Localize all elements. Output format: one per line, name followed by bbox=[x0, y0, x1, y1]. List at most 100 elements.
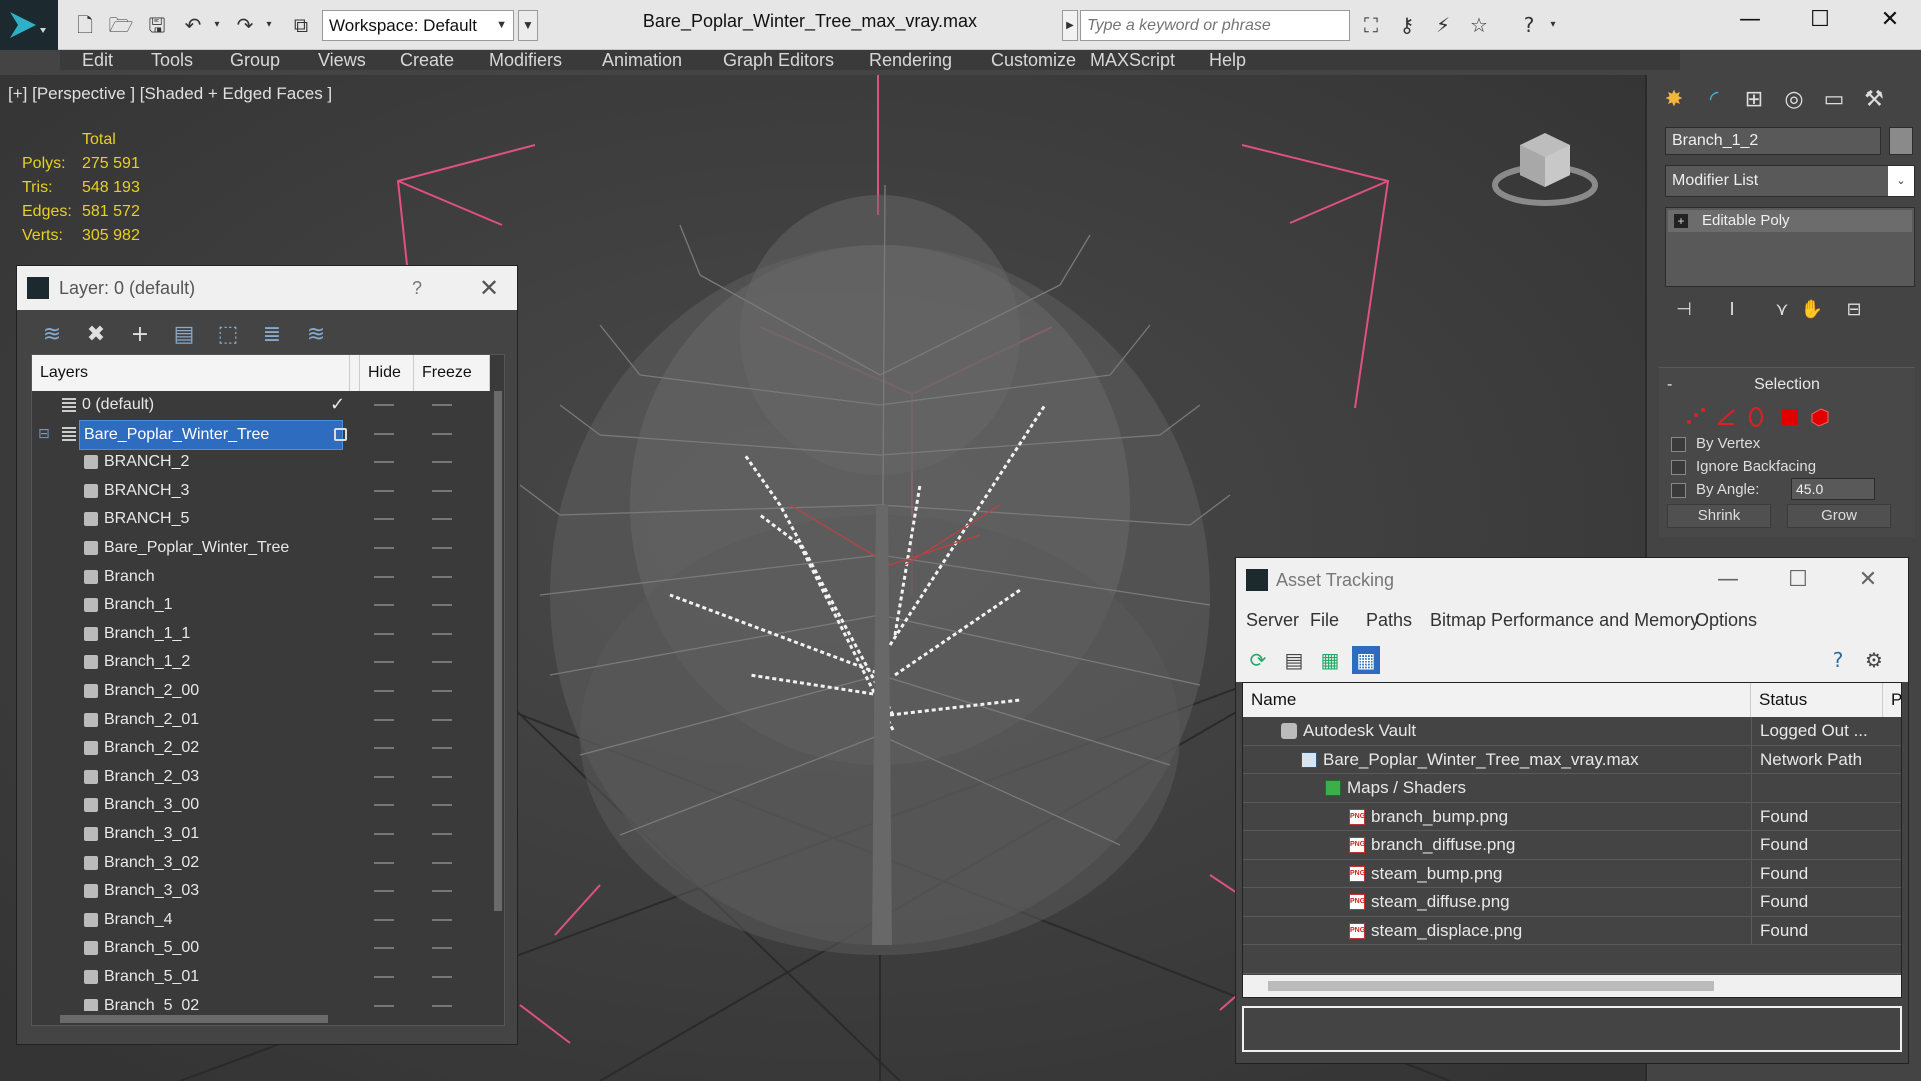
minimize-button[interactable]: — bbox=[1698, 558, 1758, 602]
star-icon[interactable]: ☆ bbox=[1466, 12, 1492, 38]
polygon-mode-icon[interactable] bbox=[1779, 406, 1801, 428]
freeze-toggle[interactable] bbox=[432, 775, 452, 778]
freeze-toggle[interactable] bbox=[432, 461, 452, 464]
object-name-field[interactable]: Branch_1_2 bbox=[1665, 127, 1881, 155]
freeze-toggle[interactable] bbox=[432, 747, 452, 750]
freeze-toggle[interactable] bbox=[432, 489, 452, 492]
asset-row[interactable]: PNG branch_bump.png Found bbox=[1243, 802, 1901, 831]
layer-object-row[interactable]: Branch bbox=[32, 563, 490, 592]
asset-menu-paths[interactable]: Paths bbox=[1366, 602, 1412, 638]
edge-mode-icon[interactable] bbox=[1715, 406, 1737, 428]
column-header-status[interactable]: Status bbox=[1751, 683, 1883, 717]
asset-row[interactable]: PNG steam_displace.png Found bbox=[1243, 916, 1901, 945]
asset-menu-bitmap-performance-and-memory[interactable]: Bitmap Performance and Memory bbox=[1430, 602, 1699, 638]
freeze-toggle[interactable] bbox=[432, 432, 452, 435]
hide-toggle[interactable] bbox=[374, 775, 394, 778]
viewport-label[interactable]: [+] [Perspective ] [Shaded + Edged Faces… bbox=[8, 84, 332, 104]
layer-row[interactable]: ⊟ Bare_Poplar_Winter_Tree bbox=[32, 419, 490, 450]
modifier-stack-item[interactable]: + Editable Poly bbox=[1668, 210, 1912, 232]
object-color-swatch[interactable] bbox=[1889, 127, 1913, 155]
freeze-toggle[interactable] bbox=[432, 661, 452, 664]
freeze-toggle[interactable] bbox=[432, 861, 452, 864]
selection-rollout-header[interactable]: - Selection bbox=[1659, 374, 1915, 396]
horizontal-scrollbar[interactable] bbox=[1243, 975, 1901, 997]
hide-toggle[interactable] bbox=[374, 833, 394, 835]
hide-toggle[interactable] bbox=[374, 404, 394, 406]
modify-tab-icon[interactable]: ◜ bbox=[1697, 83, 1731, 117]
checkbox-box[interactable] bbox=[1671, 459, 1686, 475]
hide-toggle[interactable] bbox=[374, 690, 394, 692]
layer-object-row[interactable]: BRANCH_2 bbox=[32, 448, 490, 477]
hide-toggle[interactable] bbox=[374, 604, 394, 607]
delete-layer-icon[interactable]: ✖ bbox=[81, 320, 111, 350]
freeze-toggle[interactable] bbox=[432, 604, 452, 607]
close-button[interactable]: ✕ bbox=[1838, 558, 1898, 602]
horizontal-scrollbar[interactable] bbox=[32, 1011, 490, 1025]
collapse-icon[interactable]: ⊟ bbox=[38, 420, 50, 448]
close-button[interactable]: ✕ bbox=[1860, 0, 1920, 42]
asset-row[interactable]: PNG steam_bump.png Found bbox=[1243, 859, 1901, 888]
minimize-button[interactable]: — bbox=[1720, 0, 1780, 42]
asset-menu-options[interactable]: Options bbox=[1695, 602, 1757, 638]
menu-graph-editors[interactable]: Graph Editors bbox=[723, 50, 834, 70]
settings-icon[interactable]: ⚙ bbox=[1860, 646, 1888, 674]
layer-manager-icon[interactable]: ≋ bbox=[37, 320, 67, 350]
column-header-freeze[interactable]: Freeze bbox=[414, 355, 490, 391]
highlight-layer-icon[interactable]: ≣ bbox=[257, 320, 287, 350]
set-current-layer-icon[interactable] bbox=[334, 427, 347, 441]
freeze-toggle[interactable] bbox=[432, 404, 452, 406]
app-menu-button[interactable] bbox=[0, 0, 58, 50]
freeze-toggle[interactable] bbox=[432, 690, 452, 692]
layer-object-row[interactable]: Branch_3_02 bbox=[32, 849, 490, 878]
refresh-icon[interactable]: ⟳ bbox=[1244, 646, 1272, 674]
freeze-toggle[interactable] bbox=[432, 1004, 452, 1007]
exchange-icon[interactable]: ⚡ bbox=[1430, 12, 1456, 38]
asset-row[interactable]: Bare_Poplar_Winter_Tree_max_vray.max Netw… bbox=[1243, 745, 1901, 774]
layer-object-row[interactable]: Branch_3_00 bbox=[32, 791, 490, 820]
undo-icon[interactable]: ↶ bbox=[180, 12, 206, 38]
current-layer-check-icon[interactable]: ✓ bbox=[330, 391, 345, 419]
scrollbar-thumb[interactable] bbox=[1268, 981, 1714, 991]
list-view-icon[interactable]: ▤ bbox=[1280, 646, 1308, 674]
column-header-layers[interactable]: Layers bbox=[32, 355, 350, 391]
hide-toggle[interactable] bbox=[374, 976, 394, 978]
hide-toggle[interactable] bbox=[374, 861, 394, 864]
help-icon[interactable]: ? bbox=[1824, 646, 1852, 674]
modifier-list-dropdown[interactable]: Modifier List ⌄ bbox=[1665, 165, 1915, 197]
asset-menu-server[interactable]: Server bbox=[1246, 602, 1299, 638]
layer-object-row[interactable]: Branch_1_2 bbox=[32, 648, 490, 677]
undo-dropdown-icon[interactable]: ▾ bbox=[204, 12, 230, 38]
utilities-tab-icon[interactable]: ⚒ bbox=[1857, 83, 1891, 117]
layer-object-row[interactable]: Branch_3_01 bbox=[32, 820, 490, 849]
hide-toggle[interactable] bbox=[374, 489, 394, 492]
motion-tab-icon[interactable]: ◎ bbox=[1777, 83, 1811, 117]
angle-spinner[interactable]: 45.0 bbox=[1791, 478, 1875, 500]
help-icon[interactable]: ? bbox=[1516, 12, 1542, 38]
menu-customize[interactable]: Customize bbox=[991, 50, 1076, 70]
freeze-toggle[interactable] bbox=[432, 718, 452, 721]
menu-edit[interactable]: Edit bbox=[82, 50, 113, 70]
redo-dropdown-icon[interactable]: ▾ bbox=[256, 12, 282, 38]
table-view-icon[interactable]: ▦ bbox=[1352, 646, 1380, 674]
hide-toggle[interactable] bbox=[374, 747, 394, 750]
layer-object-row[interactable]: Branch_2_03 bbox=[32, 763, 490, 792]
make-unique-icon[interactable]: ⋎ bbox=[1767, 297, 1797, 323]
layer-object-row[interactable]: Branch_5_01 bbox=[32, 963, 490, 992]
hide-toggle[interactable] bbox=[374, 718, 394, 721]
layer-object-row[interactable]: BRANCH_5 bbox=[32, 505, 490, 534]
freeze-toggle[interactable] bbox=[432, 575, 452, 578]
grow-button[interactable]: Grow bbox=[1787, 504, 1891, 528]
freeze-toggle[interactable] bbox=[432, 833, 452, 835]
search-input[interactable] bbox=[1080, 10, 1350, 41]
show-end-result-icon[interactable]: Ⅰ bbox=[1717, 297, 1747, 323]
hide-toggle[interactable] bbox=[374, 432, 394, 435]
freeze-toggle[interactable] bbox=[432, 804, 452, 807]
element-mode-icon[interactable] bbox=[1809, 406, 1831, 428]
freeze-toggle[interactable] bbox=[432, 918, 452, 921]
remove-modifier-icon[interactable]: ✋ bbox=[1797, 297, 1827, 323]
hide-toggle[interactable] bbox=[374, 804, 394, 807]
hide-all-icon[interactable]: ≋ bbox=[301, 320, 331, 350]
select-objects-icon[interactable]: ⬚ bbox=[213, 320, 243, 350]
layer-object-row[interactable]: Branch_1_1 bbox=[32, 620, 490, 649]
freeze-toggle[interactable] bbox=[432, 518, 452, 521]
